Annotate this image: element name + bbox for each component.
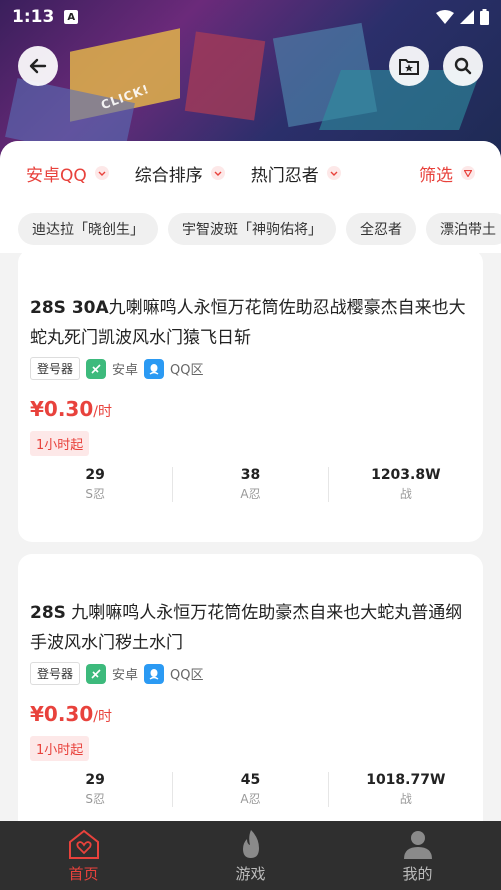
chevron-down-icon <box>94 166 109 180</box>
filter-sort-label: 综合排序 <box>134 165 203 186</box>
login-badge: 登号器 <box>30 357 81 380</box>
zone-label: QQ区 <box>170 363 204 378</box>
save-folder-button[interactable] <box>389 46 429 86</box>
stat-value: 1018.77W <box>366 772 446 788</box>
price-symbol: ¥ <box>30 397 44 421</box>
stat-value: 1203.8W <box>371 467 441 483</box>
android-icon <box>86 663 107 684</box>
stats-row: 29 S忍 45 A忍 1018.77W 战 <box>18 772 483 807</box>
search-button[interactable] <box>443 46 483 86</box>
status-time: 1:13 <box>12 7 55 27</box>
tag-row: 迪达拉「晓创生」 宇智波斑「神驹佑将」 全忍者 漂泊带土 <box>0 205 501 253</box>
login-badge: 登号器 <box>30 662 81 685</box>
price: ¥0.30/时 <box>30 397 112 421</box>
tag-chip[interactable]: 宇智波斑「神驹佑将」 <box>168 213 336 245</box>
stat-label: 战 <box>399 792 412 806</box>
price-value: 0.30 <box>43 702 94 726</box>
nav-home[interactable]: 首页 <box>0 821 167 890</box>
back-button[interactable] <box>18 46 58 86</box>
listing-title: 28S 30A九喇嘛鸣人永恒万花筒佐助忍战樱豪杰自来也大蛇丸死门凯波风水门猿飞日… <box>30 293 470 353</box>
price-unit: /时 <box>93 709 112 725</box>
min-rent-badge: 1小时起 <box>30 431 90 456</box>
folder-star-icon <box>399 59 419 75</box>
price-value: 0.30 <box>43 397 94 421</box>
stat-label: 战 <box>399 487 412 501</box>
listing-card[interactable]: 28S 30A九喇嘛鸣人永恒万花筒佐助忍战樱豪杰自来也大蛇丸死门凯波风水门猿飞日… <box>18 249 483 542</box>
battery-icon <box>480 9 489 25</box>
tag-chip[interactable]: 漂泊带土 <box>426 213 501 245</box>
stats-row: 29 S忍 38 A忍 1203.8W 战 <box>18 467 483 502</box>
tag-chip[interactable]: 全忍者 <box>346 213 416 245</box>
stat-s-ninja: 29 S忍 <box>18 467 172 502</box>
funnel-icon <box>461 166 475 180</box>
listing-title: 28S 九喇嘛鸣人永恒万花筒佐助豪杰自来也大蛇丸普通纲手波风水门秽土水门 <box>30 598 470 658</box>
nav-games-label: 游戏 <box>235 864 266 883</box>
signal-icon <box>460 10 474 24</box>
stat-label: S忍 <box>85 792 105 806</box>
min-rent-badge: 1小时起 <box>30 736 90 761</box>
bottom-nav: 首页 游戏 我的 <box>0 821 501 890</box>
search-icon <box>454 57 472 75</box>
wifi-icon <box>436 10 454 24</box>
status-bar: 1:13 A <box>0 0 501 34</box>
home-heart-icon <box>68 829 99 859</box>
stat-label: A忍 <box>240 487 261 501</box>
notification-a-icon: A <box>64 10 79 24</box>
filter-screen-label: 筛选 <box>419 165 453 186</box>
user-icon <box>403 830 432 859</box>
chevron-down-icon <box>210 166 225 180</box>
filter-platform[interactable]: 安卓QQ <box>26 161 109 186</box>
chevron-down-icon <box>326 166 341 180</box>
platform-label: 安卓 <box>112 363 139 378</box>
listing-card[interactable]: 28S 九喇嘛鸣人永恒万花筒佐助豪杰自来也大蛇丸普通纲手波风水门秽土水门 登号器… <box>18 554 483 821</box>
flame-icon <box>242 829 259 858</box>
nav-profile[interactable]: 我的 <box>334 821 501 890</box>
nav-home-label: 首页 <box>68 864 99 883</box>
nav-profile-label: 我的 <box>402 864 433 883</box>
stat-value: 45 <box>240 772 261 788</box>
price-unit: /时 <box>93 404 112 420</box>
listing-title-bold: 28S 30A <box>30 298 109 318</box>
listing-panel: 安卓QQ 综合排序 热门忍者 筛选 迪达拉「晓创生」 宇智波斑「神驹佑将」 全忍… <box>0 141 501 821</box>
zone-label: QQ区 <box>170 668 204 683</box>
stat-label: A忍 <box>240 792 261 806</box>
qq-icon <box>144 663 165 684</box>
qq-icon <box>144 358 165 379</box>
android-icon <box>86 358 107 379</box>
filter-bar: 安卓QQ 综合排序 热门忍者 筛选 <box>0 141 501 205</box>
filter-platform-label: 安卓QQ <box>26 165 87 186</box>
stat-a-ninja: 38 A忍 <box>172 467 327 502</box>
price: ¥0.30/时 <box>30 702 112 726</box>
stat-value: 38 <box>240 467 261 483</box>
stat-value: 29 <box>85 467 105 483</box>
stat-power: 1203.8W 战 <box>327 467 483 502</box>
arrow-left-icon <box>29 58 47 74</box>
platform-row: 登号器 安卓 QQ区 <box>30 662 204 685</box>
stat-label: S忍 <box>85 487 105 501</box>
stat-s-ninja: 29 S忍 <box>18 772 172 807</box>
listing-title-bold: 28S <box>30 603 66 623</box>
stat-value: 29 <box>85 772 105 788</box>
listing-title-rest: 九喇嘛鸣人永恒万花筒佐助豪杰自来也大蛇丸普通纲手波风水门秽土水门 <box>30 603 463 653</box>
tag-chip[interactable]: 迪达拉「晓创生」 <box>18 213 158 245</box>
filter-ninja-label: 热门忍者 <box>250 165 319 186</box>
platform-row: 登号器 安卓 QQ区 <box>30 357 204 380</box>
filter-ninja[interactable]: 热门忍者 <box>251 161 341 186</box>
filter-sort[interactable]: 综合排序 <box>135 161 225 186</box>
platform-label: 安卓 <box>112 668 139 683</box>
filter-screen-button[interactable]: 筛选 <box>419 161 475 186</box>
nav-games[interactable]: 游戏 <box>167 821 334 890</box>
stat-power: 1018.77W 战 <box>327 772 483 807</box>
stat-a-ninja: 45 A忍 <box>172 772 327 807</box>
price-symbol: ¥ <box>30 702 44 726</box>
